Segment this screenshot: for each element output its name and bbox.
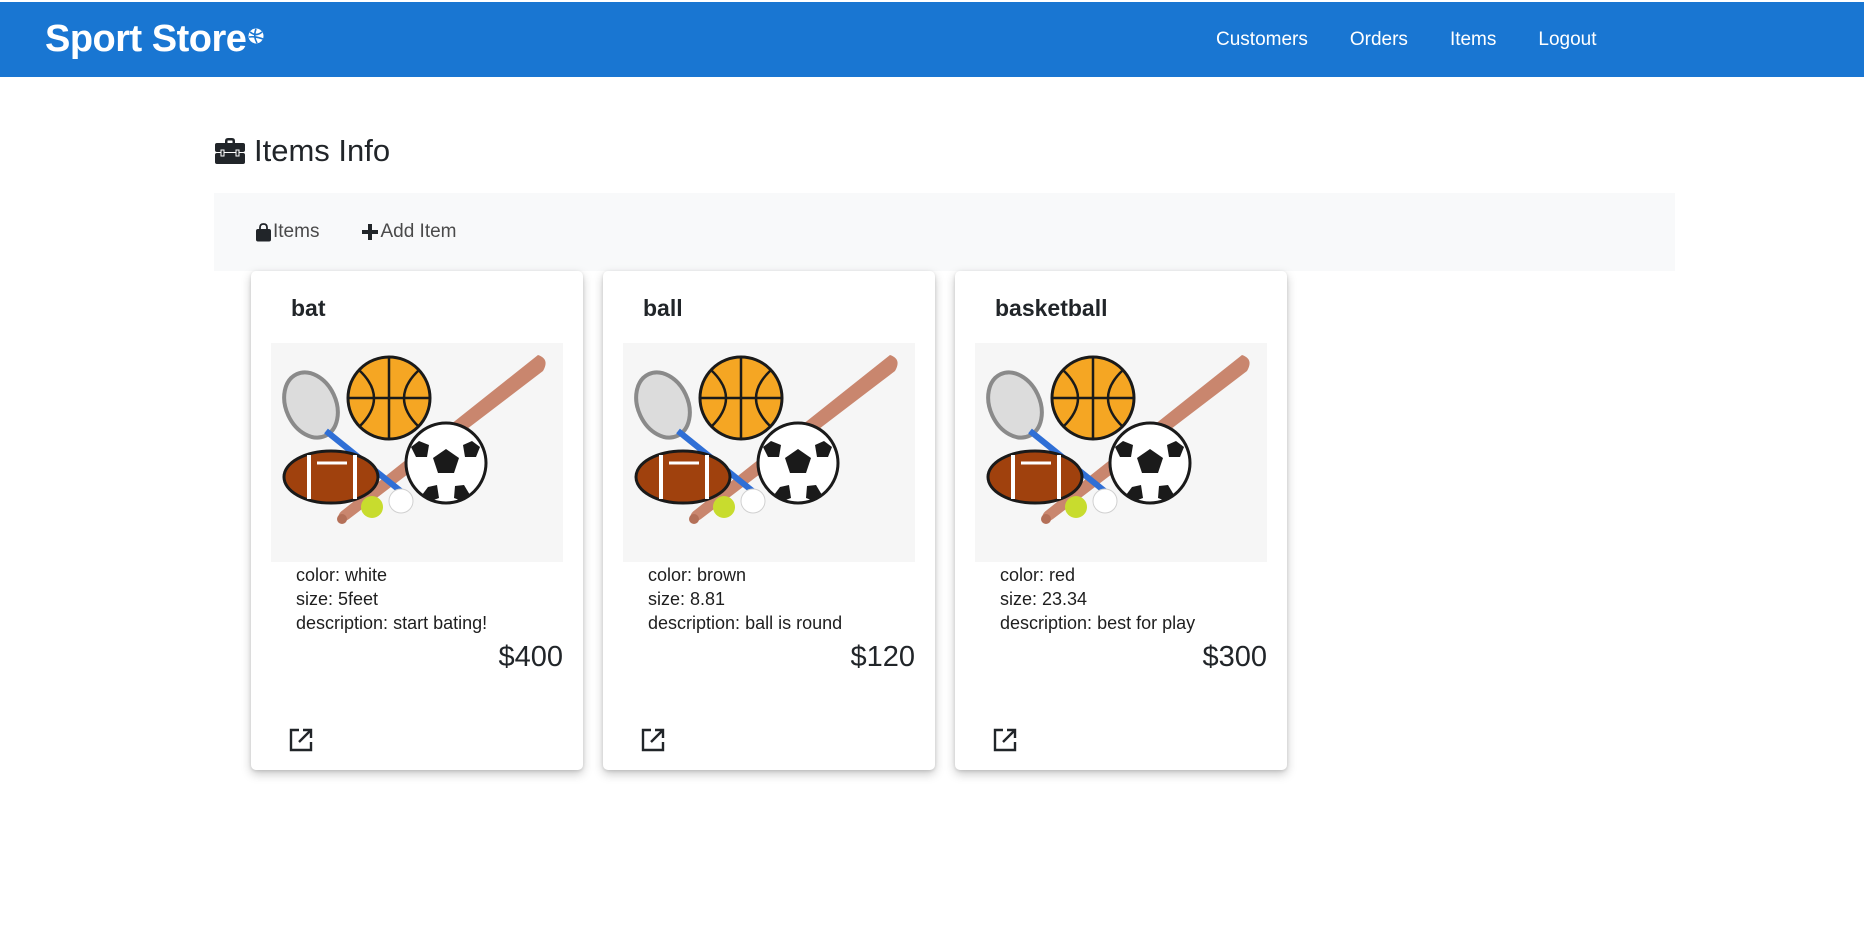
- sports-ball-icon: [248, 28, 264, 44]
- item-image: [975, 343, 1267, 562]
- item-price: $120: [850, 641, 915, 673]
- open-item-button[interactable]: [287, 726, 315, 754]
- plus-icon: [361, 223, 379, 241]
- subnav-items[interactable]: Items: [255, 221, 319, 243]
- item-color-label: color:: [1000, 565, 1045, 585]
- top-navbar: Sport Store Customers Orders Items Logou…: [0, 2, 1864, 77]
- item-details: color: brown size: 8.81 description: ball i…: [648, 563, 842, 635]
- item-description-label: description:: [648, 613, 741, 633]
- nav-items[interactable]: Items: [1450, 29, 1496, 51]
- item-description-label: description:: [1000, 613, 1093, 633]
- subnav-add-item-label: Add Item: [380, 221, 457, 242]
- item-price: $300: [1202, 641, 1267, 673]
- item-card: ball color: brown size: 8.81 description…: [603, 271, 935, 770]
- open-in-new-icon: [993, 728, 1017, 752]
- item-size-label: size:: [296, 589, 334, 609]
- item-color-label: color:: [648, 565, 693, 585]
- nav-orders[interactable]: Orders: [1350, 29, 1408, 51]
- item-cards: bat color: white size: 5feet description…: [251, 271, 1307, 770]
- open-in-new-icon: [641, 728, 665, 752]
- open-item-button[interactable]: [639, 726, 667, 754]
- item-size: 23.34: [1042, 589, 1088, 609]
- brand-title: Sport Store: [45, 18, 247, 60]
- brand-link[interactable]: Sport Store: [45, 18, 264, 61]
- item-color: white: [345, 565, 388, 585]
- item-description: ball is round: [745, 613, 843, 633]
- item-size: 5feet: [338, 589, 379, 609]
- item-details: color: red size: 23.34 description: best fo…: [1000, 563, 1195, 635]
- item-name: basketball: [995, 295, 1108, 321]
- item-card: basketball color: red size: 23.34 descri…: [955, 271, 1287, 770]
- item-name: bat: [291, 295, 326, 321]
- item-image: [271, 343, 563, 562]
- open-in-new-icon: [289, 728, 313, 752]
- item-price: $400: [498, 641, 563, 673]
- open-item-button[interactable]: [991, 726, 1019, 754]
- page-title: Items Info: [214, 133, 390, 169]
- shopping-bag-icon: [255, 222, 272, 242]
- toolbox-icon: [214, 137, 246, 165]
- nav-logout[interactable]: Logout: [1538, 29, 1596, 51]
- item-color: brown: [697, 565, 747, 585]
- item-size: 8.81: [690, 589, 726, 609]
- item-color: red: [1049, 565, 1076, 585]
- item-size-label: size:: [1000, 589, 1038, 609]
- item-name: ball: [643, 295, 683, 321]
- page-title-text: Items Info: [254, 133, 391, 168]
- item-size-label: size:: [648, 589, 686, 609]
- nav-links: Customers Orders Items Logout: [1216, 2, 1639, 77]
- item-description-label: description:: [296, 613, 389, 633]
- item-description: best for play: [1097, 613, 1196, 633]
- nav-customers[interactable]: Customers: [1216, 29, 1308, 51]
- item-description: start bating!: [393, 613, 488, 633]
- item-color-label: color:: [296, 565, 341, 585]
- item-image: [623, 343, 915, 562]
- subnav-add-item[interactable]: Add Item: [361, 221, 457, 243]
- items-subnav: Items Add Item: [214, 193, 1675, 271]
- item-details: color: white size: 5feet description: start…: [296, 563, 487, 635]
- item-card: bat color: white size: 5feet description…: [251, 271, 583, 770]
- subnav-items-label: Items: [273, 221, 320, 242]
